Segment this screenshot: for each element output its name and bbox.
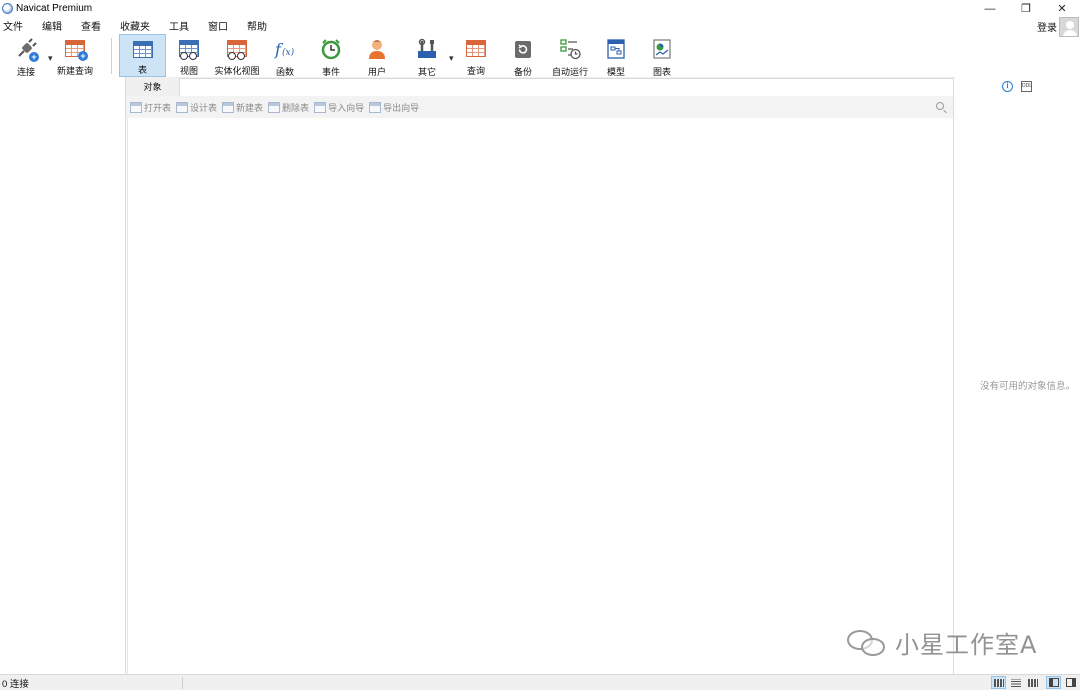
import-wizard-icon [314,101,327,113]
user-icon [366,38,388,60]
plug-icon: + [15,38,39,62]
delete-table-icon [268,101,281,113]
tools-icon [416,38,438,60]
function-icon: f (x) [274,38,296,60]
toolbar-separator [111,38,112,74]
list-view-icon [1010,678,1021,687]
status-bar: 0 连接 [0,674,1080,690]
ddl-icon[interactable]: DDL [1021,81,1032,92]
object-list-area[interactable] [127,118,953,674]
open-table-icon [130,101,142,113]
view-button[interactable]: 视图 [170,34,208,77]
tab-objects[interactable]: 对象 [126,77,179,96]
backup-button[interactable]: 备份 [504,34,542,77]
design-table-button[interactable]: 设计表 [176,101,217,114]
watermark: 小星工作室A [845,625,1037,660]
materialized-view-label: 实体化视图 [214,66,260,76]
query-icon [465,38,487,59]
menu-view[interactable]: 查看 [77,18,107,33]
object-tab-bar: 对象 [126,77,954,96]
model-button[interactable]: 模型 [597,34,635,77]
materialized-view-icon [226,38,248,60]
search-icon[interactable] [936,102,944,110]
view-icon [178,38,200,60]
connection-count: 0 连接 [2,678,29,690]
delete-table-button[interactable]: 删除表 [268,101,309,114]
event-button[interactable]: 事件 [312,34,350,77]
connect-button[interactable]: + 连接 [6,34,46,77]
automation-icon [559,38,581,60]
menu-favorites[interactable]: 收藏夹 [116,18,156,33]
restore-button[interactable]: ❐ [1008,0,1044,17]
view-mode-buttons [989,676,1078,689]
export-wizard-button[interactable]: 导出向导 [369,101,419,114]
login-link[interactable]: 登录 [1037,19,1057,34]
grid-view-icon [993,678,1004,687]
clock-icon [320,38,342,60]
user-button[interactable]: 用户 [358,34,396,77]
design-table-icon [176,101,189,113]
chart-icon [651,38,673,60]
function-button[interactable]: f (x) 函数 [266,34,304,77]
wechat-logo-icon [845,628,889,658]
toggle-right-pane-button[interactable] [1063,676,1078,689]
table-label: 表 [137,65,147,75]
connection-tree-panel[interactable] [0,77,126,674]
left-pane-icon [1048,678,1059,687]
list-view-button[interactable] [1008,676,1023,689]
new-table-icon [222,101,235,113]
grid-view-button[interactable] [991,676,1006,689]
chart-button[interactable]: 图表 [643,34,681,77]
window-title: Navicat Premium [16,3,93,14]
right-pane-icon [1065,678,1076,687]
new-table-button[interactable]: 新建表 [222,101,263,114]
materialized-view-button[interactable]: 实体化视图 [211,34,263,77]
info-icon[interactable]: i [1002,81,1013,92]
window-controls: — ❐ ✕ [972,0,1080,17]
query-label: 查询 [466,66,485,76]
menu-window[interactable]: 窗口 [204,18,234,33]
query-button[interactable]: 查询 [457,34,495,77]
menu-tools[interactable]: 工具 [165,18,195,33]
menu-help[interactable]: 帮助 [243,18,273,33]
table-button[interactable]: 表 [119,34,166,77]
menu-bar: 文件 编辑 查看 收藏夹 工具 窗口 帮助 [0,17,1000,34]
tab-strip-fill [179,78,954,96]
import-wizard-button[interactable]: 导入向导 [314,101,364,114]
navicat-app-icon [2,3,13,14]
backup-icon [512,38,534,60]
svg-text:(x): (x) [282,47,295,58]
view-label: 视图 [179,66,198,76]
detail-view-button[interactable] [1025,676,1040,689]
menu-edit[interactable]: 编辑 [38,18,68,33]
other-button[interactable]: 其它 [408,34,446,77]
new-query-icon: + [64,38,88,61]
main-toolbar: + 连接 ▾ + 新建查询 表 视图 实体化视图 f (x) 函数 事件 用户 … [0,34,1080,77]
title-bar: Navicat Premium — ❐ ✕ [0,0,1080,17]
new-query-button[interactable]: + 新建查询 [55,34,95,77]
automation-button[interactable]: 自动运行 [548,34,592,77]
no-object-info-text: 没有可用的对象信息。 [979,381,1075,392]
connect-dropdown-arrow[interactable]: ▾ [48,53,53,64]
table-icon [132,39,154,58]
detail-view-icon [1027,678,1038,687]
open-table-button[interactable]: 打开表 [130,101,171,114]
close-button[interactable]: ✕ [1044,0,1080,17]
other-dropdown-arrow[interactable]: ▾ [449,53,454,64]
watermark-text: 小星工作室A [895,631,1038,659]
minimize-button[interactable]: — [972,0,1008,17]
export-wizard-icon [369,101,382,113]
new-query-label: 新建查询 [56,66,93,76]
toggle-left-pane-button[interactable] [1046,676,1061,689]
object-toolbar: 打开表 设计表 新建表 删除表 导入向导 导出向导 [126,96,954,118]
status-divider [182,677,183,689]
model-icon [605,38,627,60]
object-info-panel: i DDL 没有可用的对象信息。 [954,77,1080,674]
menu-file[interactable]: 文件 [0,18,29,33]
